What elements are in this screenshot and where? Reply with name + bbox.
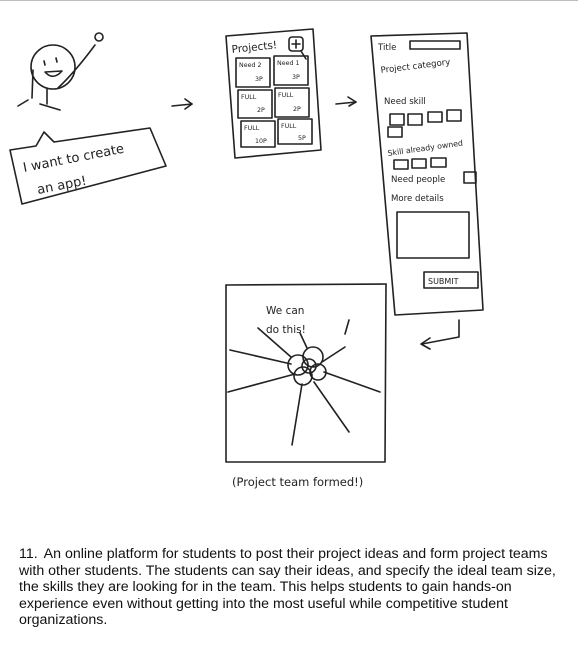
need-skill-label: Need skill xyxy=(384,97,426,107)
caption-text: An online platform for students to post … xyxy=(19,546,556,629)
speech-line-1: I want to create xyxy=(22,142,125,176)
need-skill-box-4[interactable] xyxy=(446,109,462,122)
need-skill-box-2[interactable] xyxy=(407,113,423,126)
team-formed-caption: (Project team formed!) xyxy=(232,475,363,489)
project-card-5-size: 5P xyxy=(298,135,306,142)
arrow-3 xyxy=(420,319,460,350)
owned-skill-box-1[interactable] xyxy=(393,159,409,170)
owned-skill-label: Skill already owned xyxy=(387,139,463,158)
project-card-0-tag: Need 2 xyxy=(239,62,261,69)
need-skill-box-3[interactable] xyxy=(427,111,443,123)
caption-number: 11. xyxy=(19,546,38,562)
project-card-5-tag: FULL xyxy=(281,123,297,130)
need-skill-box-5[interactable] xyxy=(387,126,403,138)
project-card-1-tag: Need 1 xyxy=(277,60,299,67)
submit-label: SUBMIT xyxy=(428,277,459,286)
need-people-box[interactable] xyxy=(463,171,477,184)
need-skill-box-1[interactable] xyxy=(389,113,405,126)
project-form-panel xyxy=(370,32,484,316)
title-input[interactable] xyxy=(409,40,461,50)
arrow-2 xyxy=(335,96,357,107)
team-formed-frame xyxy=(225,283,387,463)
project-card-4-tag: FULL xyxy=(244,125,260,132)
arrow-1 xyxy=(171,98,193,110)
project-card-1-size: 3P xyxy=(292,74,300,81)
team-hands xyxy=(227,327,381,446)
project-card-2-tag: FULL xyxy=(241,94,257,101)
stick-person xyxy=(17,32,104,111)
project-card-0-size: 3P xyxy=(255,76,263,83)
owned-skill-box-3[interactable] xyxy=(430,157,447,168)
details-textarea[interactable] xyxy=(396,211,470,259)
sketch-illustration: I want to create an app! Projects! Need … xyxy=(9,28,484,489)
title-label: Title xyxy=(377,43,396,53)
category-label: Project category xyxy=(380,58,451,76)
projects-title: Projects! xyxy=(231,39,278,56)
project-card-3-size: 2P xyxy=(293,106,301,113)
project-card-4-size: 10P xyxy=(255,138,267,145)
team-exclaim-line-1: We can xyxy=(266,305,304,317)
need-people-label: Need people xyxy=(391,175,445,185)
details-label: More details xyxy=(391,194,444,204)
project-card-2-size: 2P xyxy=(257,107,265,114)
owned-skill-box-2[interactable] xyxy=(411,158,427,169)
description-caption: 11. An online platform for students to po… xyxy=(19,546,567,629)
project-card-3-tag: FULL xyxy=(278,92,294,99)
team-exclaim-line-2: do this! xyxy=(266,324,306,336)
